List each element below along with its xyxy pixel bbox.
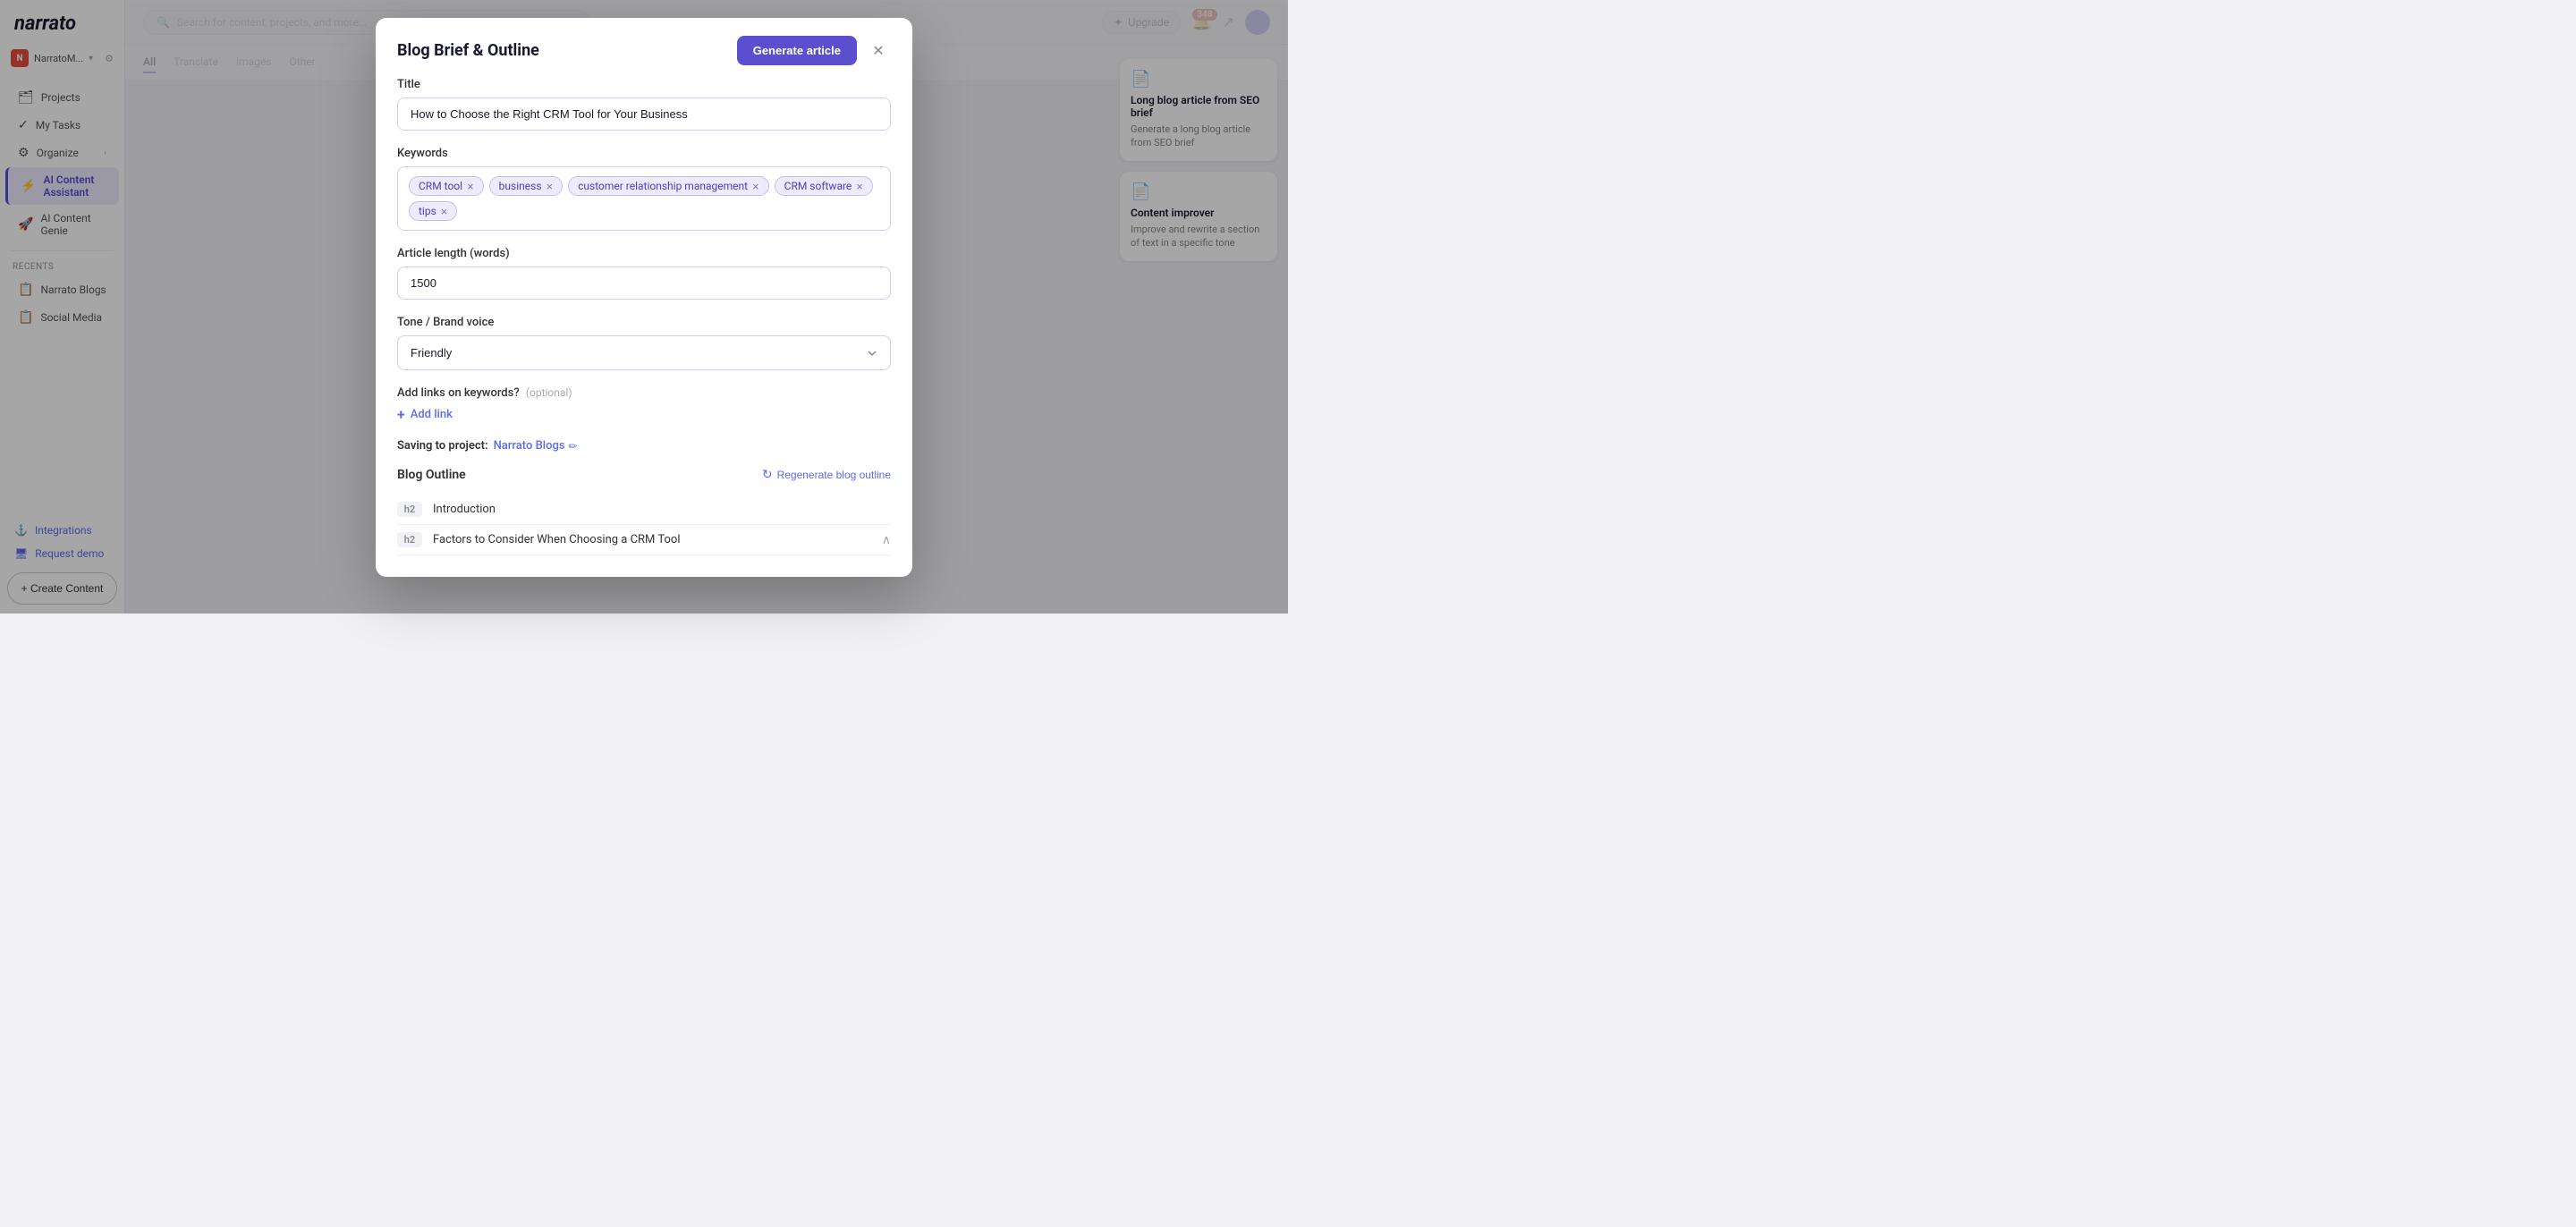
regenerate-outline-button[interactable]: ↻ Regenerate blog outline <box>762 467 891 482</box>
title-field-group: Title <box>397 78 891 131</box>
keyword-tag-business: business × <box>489 176 563 196</box>
modal-body: Title Keywords CRM tool × business × <box>376 78 912 577</box>
keyword-text: customer relationship management <box>578 180 748 192</box>
outline-title: Blog Outline <box>397 468 466 482</box>
modal-header: Blog Brief & Outline Generate article ✕ <box>376 18 912 78</box>
title-input[interactable] <box>397 97 891 131</box>
plus-icon: + <box>397 406 405 423</box>
add-link-label: Add link <box>411 408 453 421</box>
modal-close-button[interactable]: ✕ <box>866 38 891 63</box>
keyword-text: business <box>499 180 542 192</box>
saving-prefix: Saving to project: <box>397 439 488 453</box>
add-link-row[interactable]: + Add link <box>397 406 891 423</box>
tone-select[interactable]: Friendly Professional Casual Formal Humo… <box>397 335 891 370</box>
add-links-label: Add links on keywords? (optional) <box>397 386 891 400</box>
edit-icon: ✏ <box>569 440 578 453</box>
keyword-tag-tips: tips × <box>409 201 457 221</box>
modal-title: Blog Brief & Outline <box>397 41 539 60</box>
article-length-label: Article length (words) <box>397 247 891 260</box>
keyword-text: tips <box>419 205 436 217</box>
outline-item-introduction: h2 Introduction <box>397 495 891 525</box>
blog-brief-modal: Blog Brief & Outline Generate article ✕ … <box>376 18 912 577</box>
keyword-text: CRM software <box>784 180 852 192</box>
keyword-tag-crm-full: customer relationship management × <box>568 176 769 196</box>
optional-label: (optional) <box>526 386 572 399</box>
modal-overlay: Blog Brief & Outline Generate article ✕ … <box>0 0 1288 614</box>
outline-header: Blog Outline ↻ Regenerate blog outline <box>397 467 891 482</box>
saving-project-link[interactable]: Narrato Blogs ✏ <box>494 439 578 453</box>
keywords-box[interactable]: CRM tool × business × customer relations… <box>397 166 891 231</box>
keywords-field-group: Keywords CRM tool × business × customer … <box>397 147 891 231</box>
keyword-remove-crm-full[interactable]: × <box>752 181 759 192</box>
keyword-remove-tips[interactable]: × <box>441 206 448 217</box>
generate-article-button[interactable]: Generate article <box>737 36 857 65</box>
keyword-remove-crm-software[interactable]: × <box>856 181 863 192</box>
chevron-up-icon[interactable]: ∧ <box>882 533 891 547</box>
regenerate-label: Regenerate blog outline <box>777 469 891 481</box>
outline-item-text: Introduction <box>433 503 891 516</box>
add-links-group: Add links on keywords? (optional) + Add … <box>397 386 891 423</box>
keyword-remove-business[interactable]: × <box>547 181 554 192</box>
tone-label: Tone / Brand voice <box>397 316 891 329</box>
outline-heading-tag: h2 <box>397 532 422 547</box>
project-name: Narrato Blogs <box>494 439 565 453</box>
outline-item-factors: h2 Factors to Consider When Choosing a C… <box>397 525 891 555</box>
outline-item-text: Factors to Consider When Choosing a CRM … <box>433 533 871 546</box>
keyword-remove-crm-tool[interactable]: × <box>467 181 474 192</box>
article-length-input[interactable] <box>397 267 891 300</box>
refresh-icon: ↻ <box>762 467 773 482</box>
keywords-label: Keywords <box>397 147 891 160</box>
outline-heading-tag: h2 <box>397 502 422 517</box>
keyword-tag-crm-software: CRM software × <box>775 176 873 196</box>
keyword-text: CRM tool <box>419 180 462 192</box>
tone-field-group: Tone / Brand voice Friendly Professional… <box>397 316 891 370</box>
close-icon: ✕ <box>872 42 884 60</box>
article-length-group: Article length (words) <box>397 247 891 300</box>
title-label: Title <box>397 78 891 91</box>
keyword-tag-crm-tool: CRM tool × <box>409 176 484 196</box>
saving-to-project-row: Saving to project: Narrato Blogs ✏ <box>397 439 891 453</box>
